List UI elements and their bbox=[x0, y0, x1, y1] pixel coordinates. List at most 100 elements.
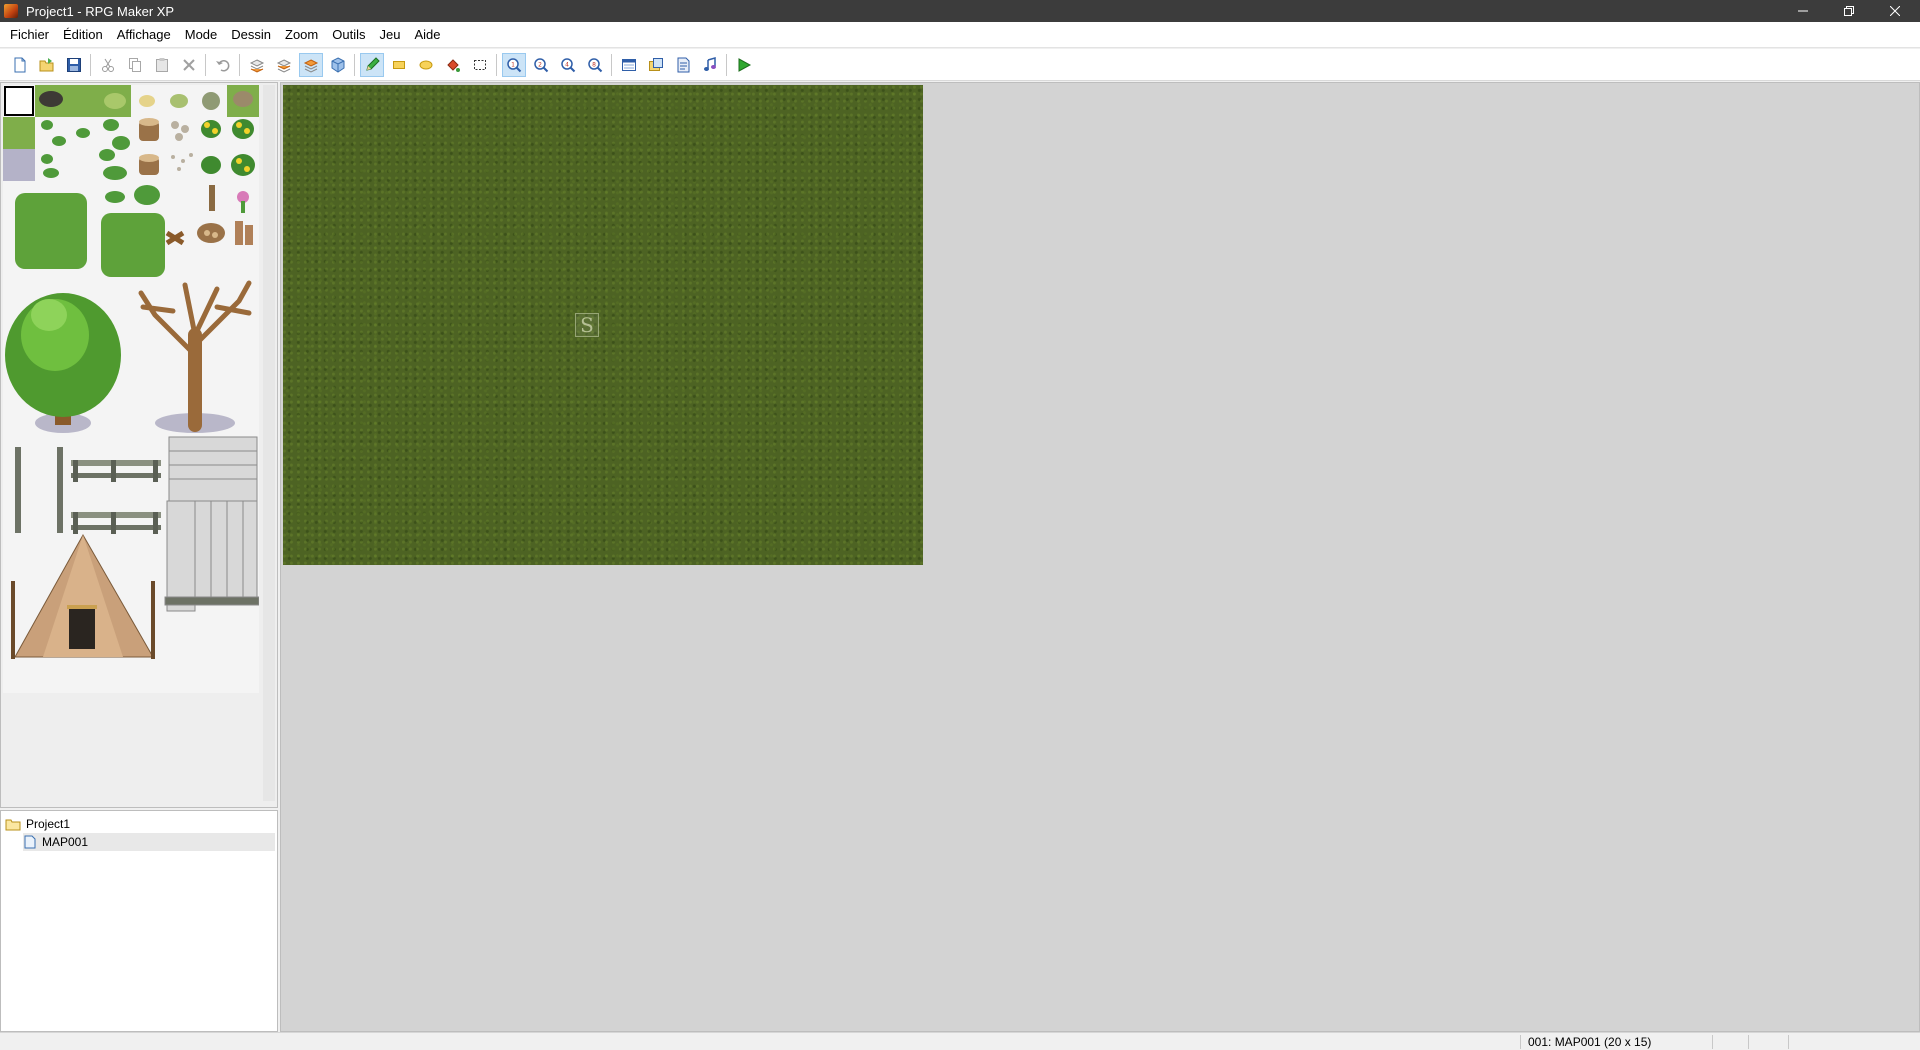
tileset-scrollbar[interactable] bbox=[263, 85, 275, 801]
new-project-button[interactable] bbox=[8, 53, 32, 77]
scissors-icon bbox=[101, 58, 114, 72]
tile-selection-cursor bbox=[4, 86, 34, 116]
tent-tile bbox=[11, 533, 155, 659]
layer-3-icon bbox=[303, 58, 318, 73]
paste-icon bbox=[155, 57, 168, 72]
status-divider bbox=[1788, 1035, 1789, 1049]
zoom-1-4-icon: 4 bbox=[560, 57, 575, 72]
script-editor-icon bbox=[677, 57, 689, 72]
delete-x-icon bbox=[182, 58, 195, 71]
tree-item-project[interactable]: Project1 bbox=[5, 815, 70, 833]
rock-tile bbox=[233, 91, 253, 107]
toolbar: 1 2 4 8 bbox=[0, 49, 1920, 81]
hay-tile bbox=[139, 95, 155, 107]
player-start-marker[interactable]: S bbox=[575, 313, 599, 337]
svg-text:1: 1 bbox=[511, 61, 515, 68]
layer-1-button[interactable] bbox=[245, 53, 269, 77]
script-editor-button[interactable] bbox=[671, 53, 695, 77]
zoom-1-2-button[interactable]: 2 bbox=[529, 53, 553, 77]
map-canvas[interactable]: S bbox=[283, 85, 923, 565]
zoom-1-2-icon: 2 bbox=[533, 57, 548, 72]
layer-1-icon bbox=[249, 58, 264, 73]
copy-button[interactable] bbox=[123, 53, 147, 77]
burrow-tile bbox=[39, 91, 63, 107]
status-bar: 001: MAP001 (20 x 15) bbox=[0, 1032, 1920, 1050]
undo-button[interactable] bbox=[211, 53, 235, 77]
play-icon bbox=[738, 57, 751, 72]
cut-button[interactable] bbox=[96, 53, 120, 77]
materialbase-icon bbox=[648, 57, 663, 71]
rpg-maker-app-icon bbox=[4, 4, 18, 18]
select-tool-button[interactable] bbox=[468, 53, 492, 77]
status-divider bbox=[1748, 1035, 1749, 1049]
project-name: Project1 bbox=[26, 817, 71, 831]
window-title: Project1 - RPG Maker XP bbox=[26, 3, 175, 19]
layer-2-button[interactable] bbox=[272, 53, 296, 77]
pencil-tool-button[interactable] bbox=[359, 52, 384, 77]
tree-item-map[interactable]: MAP001 bbox=[23, 833, 275, 851]
folder-icon bbox=[5, 819, 21, 831]
weed-tile bbox=[170, 94, 188, 108]
rectangle-tool-button[interactable] bbox=[387, 53, 411, 77]
layer-2-icon bbox=[276, 58, 291, 73]
zoom-1-8-icon: 8 bbox=[587, 57, 602, 72]
zoom-1-1-button[interactable]: 1 bbox=[501, 52, 526, 77]
flood-fill-tool-button[interactable] bbox=[441, 53, 465, 77]
delete-button[interactable] bbox=[177, 53, 201, 77]
toolbar-separator bbox=[726, 53, 727, 76]
paste-button[interactable] bbox=[150, 53, 174, 77]
svg-text:8: 8 bbox=[592, 61, 596, 68]
svg-text:2: 2 bbox=[538, 61, 542, 68]
open-project-button[interactable] bbox=[35, 53, 59, 77]
menu-fichier[interactable]: Fichier bbox=[3, 22, 56, 48]
menu-aide[interactable]: Aide bbox=[407, 22, 447, 48]
menu-affichage[interactable]: Affichage bbox=[110, 22, 178, 48]
playtest-button[interactable] bbox=[732, 53, 756, 77]
ellipse-icon bbox=[419, 60, 432, 69]
close-icon bbox=[1890, 6, 1900, 16]
toolbar-separator bbox=[205, 53, 206, 76]
status-map-info: 001: MAP001 (20 x 15) bbox=[1528, 1035, 1652, 1049]
tileset-panel bbox=[0, 82, 278, 808]
minimize-icon bbox=[1798, 10, 1808, 12]
tileset-palette[interactable] bbox=[3, 85, 259, 693]
wooden-wall-tiles bbox=[164, 436, 259, 612]
materialbase-button[interactable] bbox=[644, 53, 668, 77]
new-file-icon bbox=[14, 57, 25, 72]
layer-3-button[interactable] bbox=[298, 52, 323, 77]
pebble-tiles bbox=[171, 121, 193, 171]
menu-bar: Fichier Édition Affichage Mode Dessin Zo… bbox=[0, 22, 1920, 48]
close-button[interactable] bbox=[1872, 0, 1918, 22]
grass-patch-tile bbox=[104, 93, 126, 109]
rectangle-icon bbox=[392, 60, 405, 69]
restore-button[interactable] bbox=[1826, 0, 1872, 22]
menu-zoom[interactable]: Zoom bbox=[278, 22, 325, 48]
toolbar-separator bbox=[90, 53, 91, 76]
ellipse-tool-button[interactable] bbox=[414, 53, 438, 77]
toolbar-separator bbox=[239, 53, 240, 76]
database-button[interactable] bbox=[617, 53, 641, 77]
menu-jeu[interactable]: Jeu bbox=[372, 22, 407, 48]
toolbar-separator bbox=[354, 53, 355, 76]
save-project-button[interactable] bbox=[62, 53, 86, 77]
bare-tree-tile bbox=[138, 280, 252, 433]
copy-icon bbox=[128, 57, 141, 72]
music-note-icon bbox=[703, 56, 716, 71]
yellow-flower-tiles bbox=[201, 119, 255, 176]
paint-bucket-icon bbox=[446, 58, 460, 72]
open-folder-icon bbox=[39, 57, 53, 71]
minimize-button[interactable] bbox=[1780, 0, 1826, 22]
svg-text:4: 4 bbox=[565, 61, 569, 68]
zoom-1-4-button[interactable]: 4 bbox=[556, 53, 580, 77]
zoom-1-8-button[interactable]: 8 bbox=[583, 53, 607, 77]
shrub-tile bbox=[202, 92, 220, 110]
menu-edition[interactable]: Édition bbox=[56, 22, 110, 48]
pencil-icon bbox=[365, 56, 380, 71]
marquee-select-icon bbox=[473, 59, 486, 70]
menu-outils[interactable]: Outils bbox=[325, 22, 372, 48]
undo-icon bbox=[215, 59, 229, 71]
menu-dessin[interactable]: Dessin bbox=[224, 22, 278, 48]
events-layer-button[interactable] bbox=[326, 53, 350, 77]
sound-test-button[interactable] bbox=[698, 53, 722, 77]
menu-mode[interactable]: Mode bbox=[178, 22, 225, 48]
